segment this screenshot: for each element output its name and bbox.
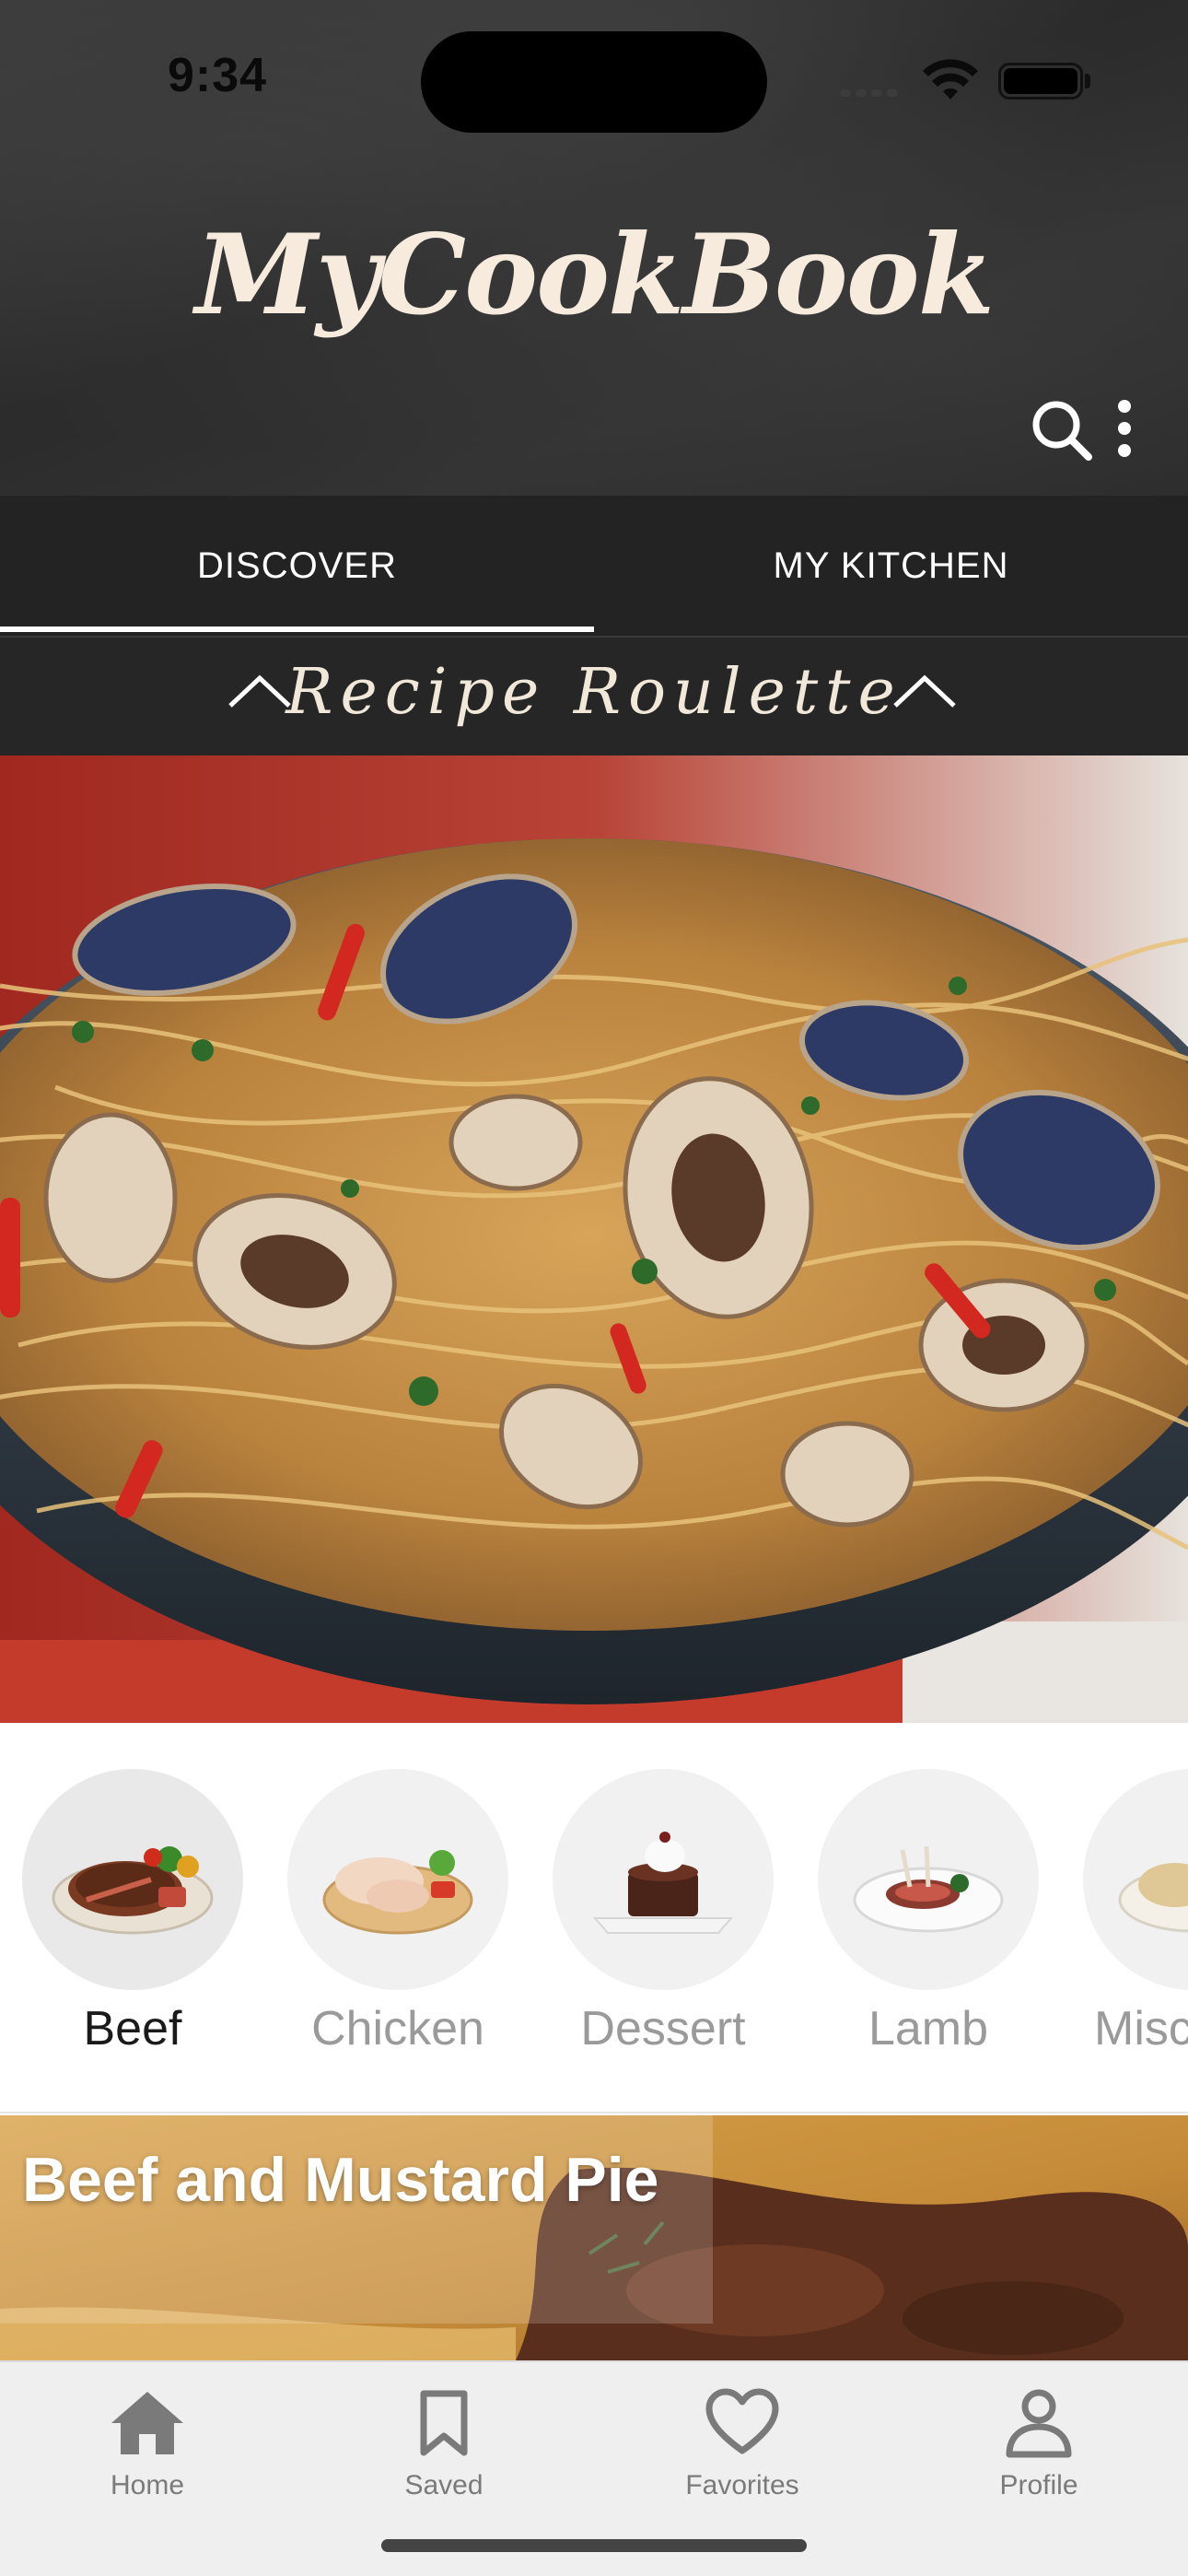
tab-bar: DISCOVER MY KITCHEN [0, 496, 1188, 636]
category-carousel[interactable]: Beef Chicken Dessert Lamb Mis [0, 1723, 1188, 2113]
lamb-category-image [818, 1769, 1039, 1990]
dynamic-island [421, 31, 767, 133]
category-lamb[interactable]: Lamb [818, 1769, 1039, 2056]
nav-home[interactable]: Home [46, 2388, 249, 2501]
search-icon[interactable] [1030, 398, 1094, 463]
nav-profile[interactable]: Profile [938, 2388, 1140, 2501]
heart-icon [705, 2388, 779, 2454]
wifi-icon [923, 59, 978, 100]
home-icon [111, 2392, 183, 2454]
featured-recipe-image[interactable] [0, 755, 1188, 1723]
nav-label: Favorites [685, 2470, 799, 2500]
miscellaneous-category-image [1083, 1769, 1188, 1990]
category-chicken[interactable]: Chicken [287, 1769, 508, 2056]
more-options-icon[interactable] [1109, 400, 1140, 463]
nav-label: Profile [999, 2470, 1078, 2500]
home-indicator[interactable] [381, 2539, 807, 2552]
app-header: 9:34 MyCookBook [0, 0, 1188, 496]
nav-favorites[interactable]: Favorites [641, 2388, 844, 2501]
roulette-title: Recipe Roulette [285, 656, 903, 729]
cellular-signal-icon [840, 85, 903, 101]
tab-discover[interactable]: DISCOVER [0, 496, 594, 636]
status-time: 9:34 [168, 49, 268, 102]
person-icon [1006, 2389, 1072, 2458]
battery-cap [1085, 74, 1090, 88]
category-beef[interactable]: Beef [22, 1769, 243, 2056]
recipe-roulette-bar: Recipe Roulette [0, 636, 1188, 755]
category-dessert[interactable]: Dessert [553, 1769, 774, 2056]
app-title: MyCookBook [195, 210, 995, 340]
beef-category-image [22, 1769, 243, 1990]
chicken-category-image [287, 1769, 508, 1990]
category-label: Misce [1094, 2002, 1188, 2055]
tab-my-kitchen[interactable]: MY KITCHEN [594, 496, 1188, 636]
battery-icon [998, 63, 1083, 100]
nav-saved[interactable]: Saved [343, 2388, 545, 2501]
bookmark-icon [420, 2390, 468, 2456]
chevron-up-icon[interactable] [891, 671, 958, 711]
dessert-category-image [553, 1769, 774, 1990]
nav-label: Home [110, 2470, 185, 2500]
category-miscellaneous[interactable]: Misce [1083, 1769, 1188, 2056]
recipe-title: Beef and Mustard Pie [22, 2145, 659, 2215]
nav-label: Saved [404, 2470, 483, 2500]
recipe-card[interactable]: Beef and Mustard Pie [0, 2115, 1188, 2360]
